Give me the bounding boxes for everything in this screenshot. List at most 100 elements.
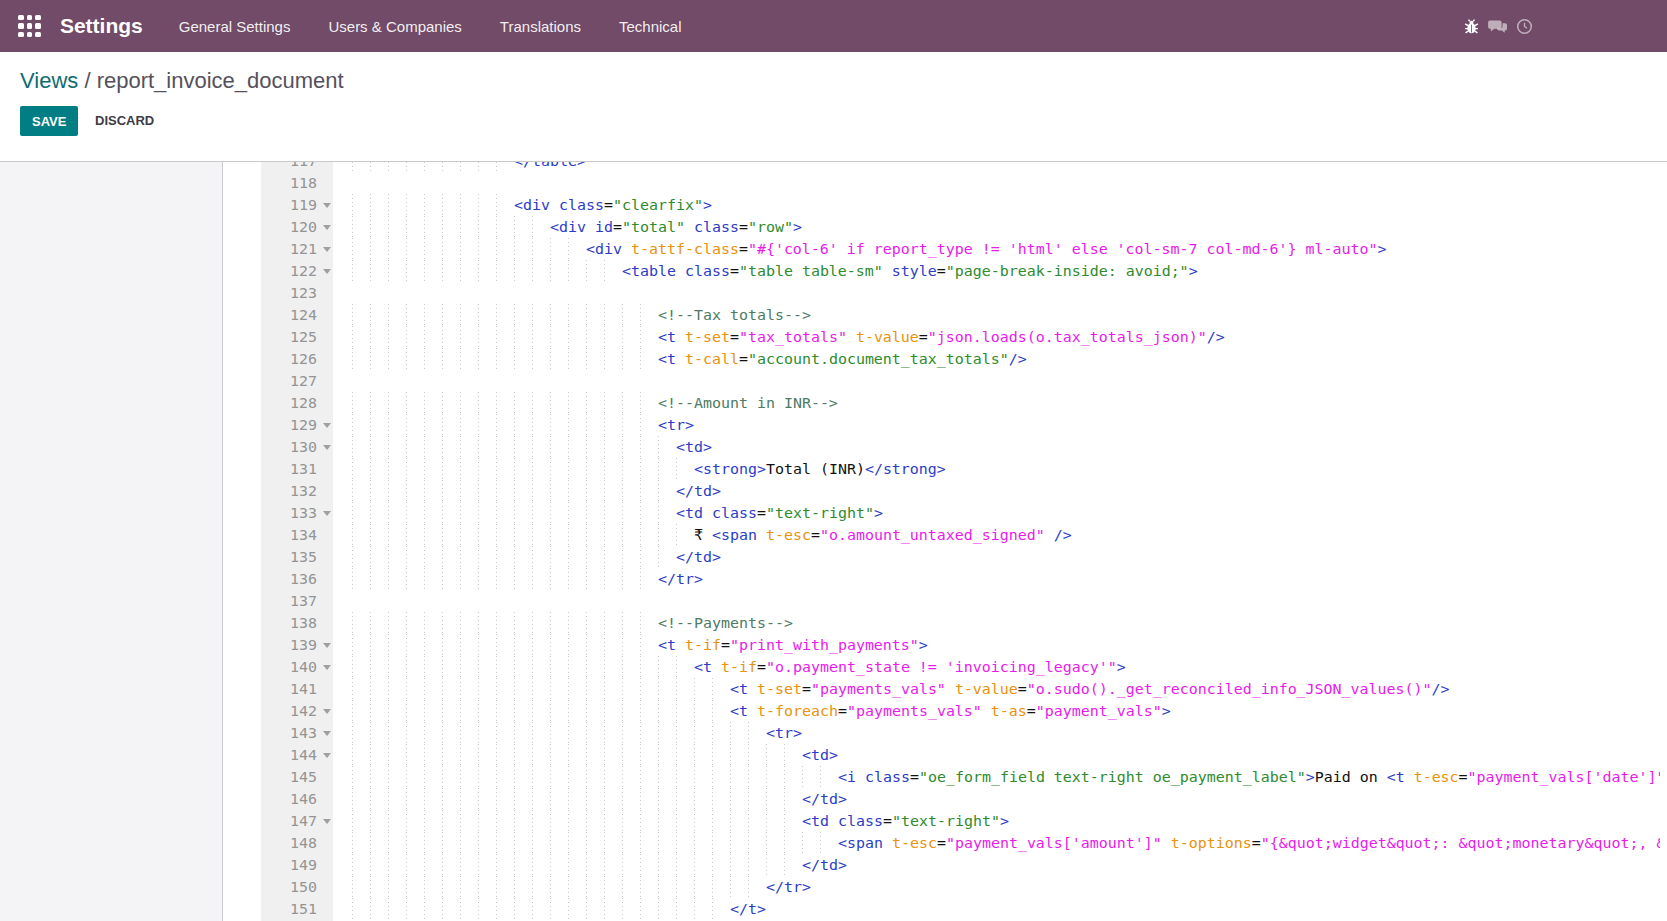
fold-arrow-icon[interactable] bbox=[323, 423, 331, 428]
code-line[interactable]: </tr> bbox=[658, 568, 703, 590]
code-line[interactable]: <t t-if="print_with_payments"> bbox=[658, 634, 928, 656]
indent-guide bbox=[496, 326, 497, 348]
code-line[interactable]: </tr> bbox=[766, 876, 811, 898]
indent-guide bbox=[712, 700, 713, 722]
fold-arrow-icon[interactable] bbox=[323, 269, 331, 274]
indent-guide bbox=[532, 788, 533, 810]
code-line[interactable]: <t t-foreach="payments_vals" t-as="payme… bbox=[730, 700, 1171, 722]
fold-arrow-icon[interactable] bbox=[323, 665, 331, 670]
code-line[interactable]: <!--Amount in INR--> bbox=[658, 392, 838, 414]
indent-guide bbox=[622, 414, 623, 436]
indent-guide bbox=[550, 612, 551, 634]
code-line[interactable]: </table> bbox=[514, 161, 586, 172]
indent-guide bbox=[658, 788, 659, 810]
code-line[interactable]: <span t-esc="payment_vals['amount']" t-o… bbox=[838, 832, 1660, 854]
code-line[interactable]: <i class="oe_form_field text-right oe_pa… bbox=[838, 766, 1660, 788]
indent-guide bbox=[442, 788, 443, 810]
indent-guide bbox=[586, 304, 587, 326]
indent-guide bbox=[460, 832, 461, 854]
indent-guide bbox=[604, 832, 605, 854]
indent-guide bbox=[370, 436, 371, 458]
indent-guide bbox=[388, 678, 389, 700]
indent-guide bbox=[478, 568, 479, 590]
fold-arrow-icon[interactable] bbox=[323, 643, 331, 648]
fold-arrow-icon[interactable] bbox=[323, 203, 331, 208]
indent-guide bbox=[478, 216, 479, 238]
indent-guide bbox=[712, 678, 713, 700]
indent-guide bbox=[424, 744, 425, 766]
indent-guide bbox=[604, 898, 605, 920]
code-line[interactable]: <td> bbox=[676, 436, 712, 458]
indent-guide bbox=[604, 546, 605, 568]
indent-guide bbox=[676, 832, 677, 854]
indent-guide bbox=[352, 744, 353, 766]
code-line[interactable]: <!--Tax totals--> bbox=[658, 304, 811, 326]
bug-icon[interactable] bbox=[1463, 18, 1480, 35]
fold-arrow-icon[interactable] bbox=[323, 819, 331, 824]
save-button[interactable]: SAVE bbox=[20, 106, 78, 136]
code-line[interactable]: </td> bbox=[676, 480, 721, 502]
navbar-menu-item[interactable]: Technical bbox=[619, 18, 682, 35]
breadcrumb-separator: / bbox=[78, 68, 96, 93]
code-line[interactable]: </t> bbox=[730, 898, 766, 920]
code-line[interactable]: <t t-set="payments_vals" t-value="o.sudo… bbox=[730, 678, 1450, 700]
indent-guide bbox=[478, 524, 479, 546]
indent-guide bbox=[568, 700, 569, 722]
code-line[interactable]: <div id="total" class="row"> bbox=[550, 216, 802, 238]
code-line[interactable]: <div class="clearfix"> bbox=[514, 194, 712, 216]
code-line[interactable]: <td class="text-right"> bbox=[802, 810, 1009, 832]
code-line[interactable]: ₹ <span t-esc="o.amount_untaxed_signed" … bbox=[694, 524, 1072, 546]
clock-icon[interactable] bbox=[1516, 18, 1533, 35]
navbar-menu-item[interactable]: General Settings bbox=[179, 18, 291, 35]
indent-guide bbox=[622, 458, 623, 480]
code-line[interactable]: <tr> bbox=[658, 414, 694, 436]
discard-button[interactable]: DISCARD bbox=[95, 106, 154, 136]
indent-guide bbox=[478, 656, 479, 678]
indent-guide bbox=[388, 854, 389, 876]
fold-arrow-icon[interactable] bbox=[323, 225, 331, 230]
fold-arrow-icon[interactable] bbox=[323, 247, 331, 252]
code-line[interactable]: <td> bbox=[802, 744, 838, 766]
indent-guide bbox=[442, 161, 443, 172]
code-line[interactable]: <tr> bbox=[766, 722, 802, 744]
code-line[interactable]: </td> bbox=[676, 546, 721, 568]
breadcrumb-link-views[interactable]: Views bbox=[20, 68, 78, 93]
navbar-menu-item[interactable]: Users & Companies bbox=[328, 18, 461, 35]
navbar-menu-item[interactable]: Translations bbox=[500, 18, 581, 35]
code-line[interactable]: <t t-set="tax_totals" t-value="json.load… bbox=[658, 326, 1225, 348]
indent-guide bbox=[586, 634, 587, 656]
fold-arrow-icon[interactable] bbox=[323, 709, 331, 714]
indent-guide bbox=[568, 744, 569, 766]
fold-arrow-icon[interactable] bbox=[323, 511, 331, 516]
code-line[interactable]: <t t-call="account.document_tax_totals"/… bbox=[658, 348, 1027, 370]
code-line[interactable]: <strong>Total (INR)</strong> bbox=[694, 458, 946, 480]
indent-guide bbox=[478, 722, 479, 744]
indent-guide bbox=[514, 898, 515, 920]
chat-icon[interactable] bbox=[1488, 17, 1508, 35]
xml-code-editor[interactable]: 117</table>118119<div class="clearfix">1… bbox=[0, 161, 1660, 921]
fold-arrow-icon[interactable] bbox=[323, 753, 331, 758]
indent-guide bbox=[442, 854, 443, 876]
code-line[interactable]: <!--Payments--> bbox=[658, 612, 793, 634]
code-line[interactable]: <table class="table table-sm" style="pag… bbox=[622, 260, 1198, 282]
indent-guide bbox=[622, 568, 623, 590]
code-line[interactable]: <t t-if="o.payment_state != 'invoicing_l… bbox=[694, 656, 1126, 678]
indent-guide bbox=[406, 656, 407, 678]
fold-arrow-icon[interactable] bbox=[323, 731, 331, 736]
indent-guide bbox=[622, 304, 623, 326]
indent-guide bbox=[388, 656, 389, 678]
app-title[interactable]: Settings bbox=[60, 14, 143, 38]
gutter-line-number: 130 bbox=[261, 436, 333, 458]
indent-guide bbox=[478, 700, 479, 722]
code-line[interactable]: </td> bbox=[802, 854, 847, 876]
code-line[interactable]: <div t-attf-class="#{'col-6' if report_t… bbox=[586, 238, 1386, 260]
indent-guide bbox=[550, 436, 551, 458]
code-line[interactable]: </td> bbox=[802, 788, 847, 810]
indent-guide bbox=[622, 436, 623, 458]
indent-guide bbox=[514, 854, 515, 876]
fold-arrow-icon[interactable] bbox=[323, 445, 331, 450]
indent-guide bbox=[406, 788, 407, 810]
apps-grid-icon[interactable] bbox=[18, 15, 41, 38]
code-line[interactable]: <td class="text-right"> bbox=[676, 502, 883, 524]
indent-guide bbox=[694, 876, 695, 898]
